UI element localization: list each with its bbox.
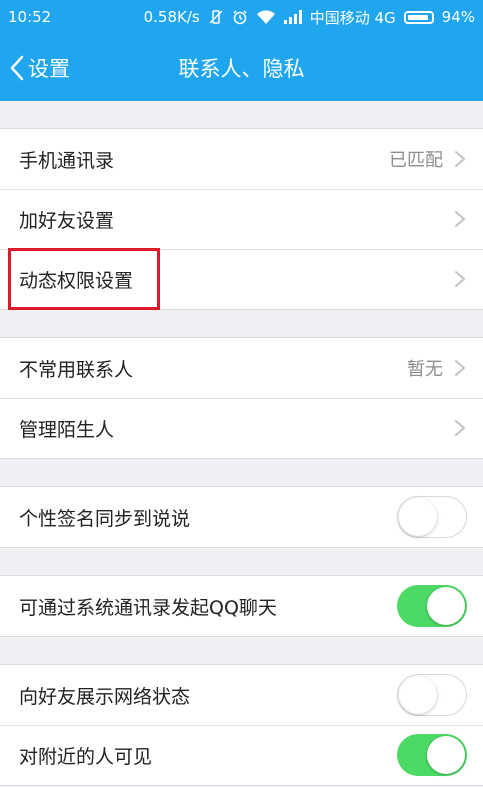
chevron-right-icon (453, 270, 467, 288)
row-label: 手机通讯录 (19, 149, 115, 172)
nav-bar: 设置 联系人、隐私 (0, 34, 483, 101)
toggle-switch[interactable] (397, 496, 467, 538)
status-time: 10:52 (8, 8, 52, 26)
chevron-right-icon (453, 419, 467, 437)
settings-group: 手机通讯录 已匹配加好友设置动态权限设置 (0, 128, 483, 310)
row-accessory: 暂无 (407, 355, 467, 381)
page-title: 联系人、隐私 (178, 56, 305, 81)
carrier-label: 中国移动 4G (309, 8, 396, 27)
toggle-row[interactable]: 可通过系统通讯录发起QQ聊天 (0, 576, 483, 636)
toggle-knob (399, 676, 437, 714)
chevron-right-icon (453, 150, 467, 168)
row-accessory: 已匹配 (389, 146, 467, 172)
status-left: 10:52 (8, 8, 51, 26)
alarm-icon (232, 9, 248, 25)
toggle-knob (399, 498, 437, 536)
battery-icon (403, 10, 434, 24)
settings-row[interactable]: 手机通讯录 已匹配 (0, 129, 483, 189)
battery-level (407, 14, 429, 20)
toggle-knob (427, 736, 465, 774)
row-accessory (397, 585, 467, 627)
row-accessory (453, 419, 467, 437)
chevron-left-icon (10, 55, 24, 81)
settings-group: 向好友展示网络状态 对附近的人可见 (0, 664, 483, 786)
app-header: 10:52 0.58K/s 中国移动 4G 94% 设置 联系人、隐私 (0, 0, 483, 101)
row-accessory (397, 496, 467, 538)
settings-list: 手机通讯录 已匹配加好友设置动态权限设置 不常用联系人 暂无管理陌生人个性签名同步到说… (0, 101, 483, 786)
settings-group: 个性签名同步到说说 (0, 486, 483, 548)
chevron-right-icon (453, 359, 467, 377)
settings-group: 可通过系统通讯录发起QQ聊天 (0, 575, 483, 637)
row-label: 个性签名同步到说说 (19, 507, 191, 530)
settings-row[interactable]: 动态权限设置 (0, 249, 483, 309)
status-bar: 10:52 0.58K/s 中国移动 4G 94% (0, 0, 483, 34)
signal-icon (283, 10, 302, 24)
row-accessory (453, 210, 467, 228)
row-label: 管理陌生人 (19, 418, 115, 441)
row-label: 动态权限设置 (19, 269, 134, 292)
row-label: 加好友设置 (19, 209, 115, 232)
vibrate-off-icon (208, 9, 224, 25)
toggle-row[interactable]: 对附近的人可见 (0, 725, 483, 785)
back-button[interactable]: 设置 (10, 34, 70, 101)
row-value: 已匹配 (389, 150, 443, 171)
chevron-right-icon (453, 210, 467, 228)
toggle-row[interactable]: 向好友展示网络状态 (0, 665, 483, 725)
row-value: 暂无 (407, 359, 443, 380)
network-speed: 0.58K/s (143, 8, 200, 26)
row-accessory (397, 734, 467, 776)
row-accessory (397, 674, 467, 716)
toggle-switch[interactable] (397, 674, 467, 716)
back-label: 设置 (28, 56, 70, 81)
toggle-switch[interactable] (397, 585, 467, 627)
settings-row[interactable]: 管理陌生人 (0, 398, 483, 458)
toggle-knob (427, 587, 465, 625)
settings-row[interactable]: 不常用联系人 暂无 (0, 338, 483, 398)
wifi-icon (256, 9, 276, 25)
row-accessory (453, 270, 467, 288)
status-right: 0.58K/s 中国移动 4G 94% (144, 7, 475, 28)
row-label: 向好友展示网络状态 (19, 685, 191, 708)
row-label: 可通过系统通讯录发起QQ聊天 (19, 596, 277, 619)
toggle-row[interactable]: 个性签名同步到说说 (0, 487, 483, 547)
settings-row[interactable]: 加好友设置 (0, 189, 483, 249)
battery-percent: 94% (441, 8, 475, 26)
toggle-switch[interactable] (397, 734, 467, 776)
row-label: 不常用联系人 (19, 358, 134, 381)
row-label: 对附近的人可见 (19, 745, 153, 768)
settings-group: 不常用联系人 暂无管理陌生人 (0, 337, 483, 459)
